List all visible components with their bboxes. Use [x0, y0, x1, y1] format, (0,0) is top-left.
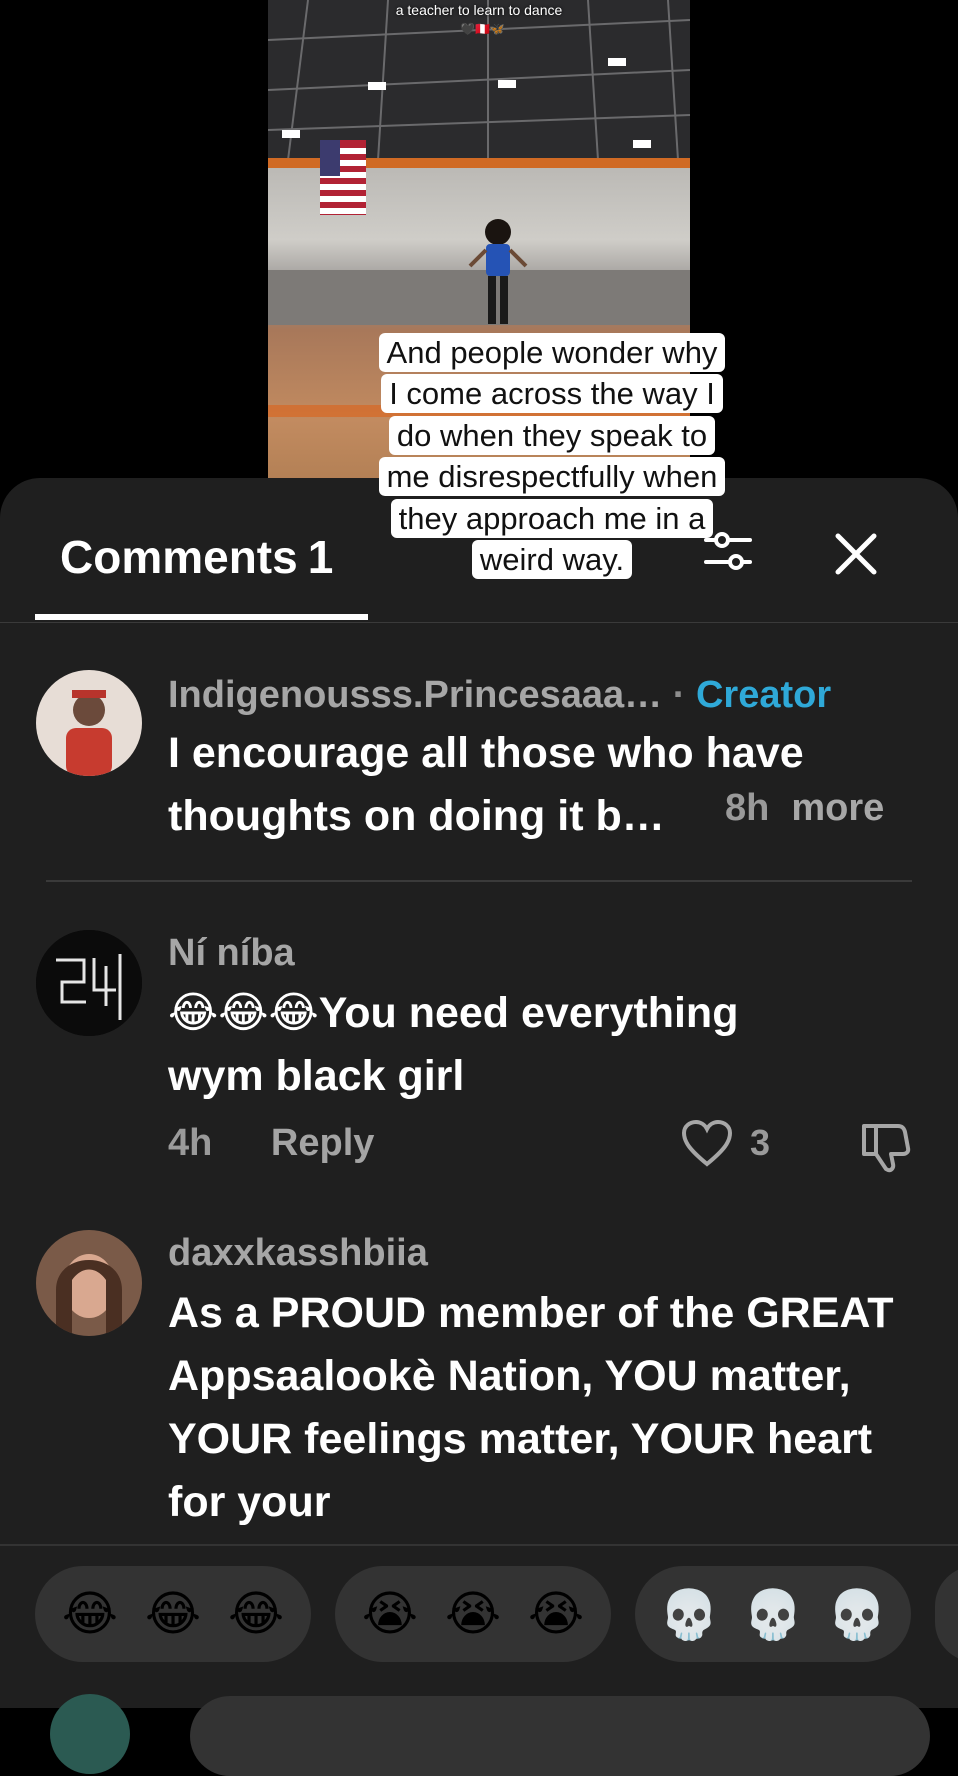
reaction-pill-more[interactable] [935, 1566, 958, 1662]
like-button[interactable]: 3 [680, 1118, 770, 1168]
reply-button[interactable]: Reply [271, 1122, 374, 1164]
comment-input[interactable] [190, 1696, 930, 1776]
crying-emoji-icon: 😭 [361, 1588, 419, 1641]
video-caption-emojis: 🖤🇵🇪🦋 [460, 22, 505, 36]
avatar-image [36, 1230, 142, 1336]
dancer-figure [468, 219, 528, 324]
tab-underline [35, 614, 368, 620]
user-avatar [50, 1694, 130, 1774]
skull-emoji-icon: 💀 [659, 1588, 719, 1642]
comment-meta: 4h Reply [168, 1122, 374, 1165]
laughing-emoji-icon: 😂 [227, 1588, 285, 1641]
more-link[interactable]: more [791, 787, 884, 829]
comments-sheet: Comments 1 Indigenousss.Princesaaa… · Cre… [0, 478, 958, 1706]
dislike-icon[interactable] [858, 1118, 914, 1174]
video-text-overlay: And people wonder why I come across the … [374, 332, 730, 580]
comment-text: As a PROUD member of the GREAT Appsaaloo… [168, 1289, 894, 1526]
comment-username[interactable]: Indigenousss.Princesaaa… · Creator [168, 674, 831, 717]
comment-time: 4h [168, 1122, 213, 1164]
avatar[interactable] [36, 1230, 142, 1336]
comments-tab[interactable]: Comments 1 [60, 530, 333, 584]
laughing-emoji-icon: 😂 [61, 1588, 119, 1641]
comment-divider [46, 880, 912, 882]
avatar[interactable] [36, 670, 142, 776]
creator-badge: Creator [695, 674, 832, 716]
skull-emoji-icon: 💀 [827, 1588, 887, 1642]
skull-emoji-icon: 💀 [743, 1588, 803, 1642]
avatar-image [36, 670, 142, 776]
comment-username[interactable]: daxxkasshbiia [168, 1232, 428, 1275]
crying-emoji-icon: 😭 [444, 1588, 502, 1641]
comments-count: 1 [307, 531, 334, 583]
crying-emoji-icon: 😭 [527, 1588, 585, 1641]
avatar[interactable] [36, 930, 142, 1036]
header-divider [0, 622, 958, 623]
video-caption: a teacher to learn to dance [395, 2, 563, 18]
reaction-pill-skull[interactable]: 💀 💀 💀 [635, 1566, 911, 1662]
close-icon[interactable] [832, 530, 880, 578]
comment-time: 8h more [725, 787, 885, 829]
heart-icon [681, 1119, 733, 1167]
reaction-pill-crying[interactable]: 😭 😭 😭 [335, 1566, 611, 1662]
comments-tab-label: Comments [60, 531, 298, 583]
like-count: 3 [750, 1122, 771, 1163]
emoji-reaction-bar: 😂 😂 😂 😭 😭 😭 💀 💀 💀 [0, 1544, 958, 1776]
comment-text: 😂😂😂You need everything wym black girl [168, 989, 739, 1100]
comment-username[interactable]: Ní níba [168, 932, 295, 975]
laughing-emoji-icon: 😂 [144, 1588, 202, 1641]
reaction-pill-laughing[interactable]: 😂 😂 😂 [35, 1566, 311, 1662]
avatar-image [36, 930, 142, 1036]
flag-image [320, 140, 366, 215]
